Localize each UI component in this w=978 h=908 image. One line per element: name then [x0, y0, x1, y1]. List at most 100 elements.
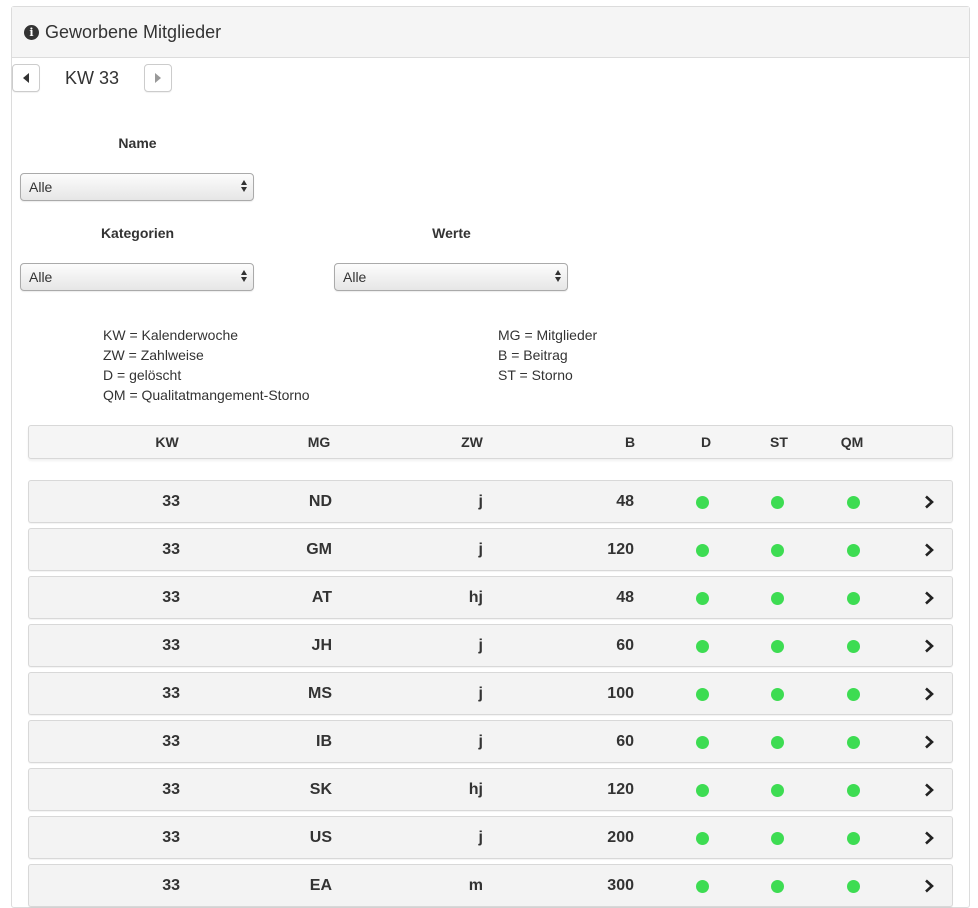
prev-week-button[interactable] [12, 64, 40, 92]
cell-mg: ND [308, 493, 332, 510]
status-dot-st [771, 592, 784, 605]
legend-left: KW = Kalenderwoche ZW = Zahlweise D = ge… [103, 325, 310, 405]
table-row[interactable]: 33 JH j 60 [28, 624, 953, 667]
table-header: KW MG ZW B D ST QM [28, 425, 953, 459]
status-dot-qm [847, 736, 860, 749]
cell-b: 60 [616, 733, 634, 750]
chevron-right-icon[interactable] [922, 831, 936, 845]
panel-title: Geworbene Mitglieder [45, 21, 222, 42]
cell-kw: 33 [162, 733, 180, 750]
header-zw: ZW [461, 434, 483, 450]
cell-zw: j [478, 493, 483, 510]
cell-mg: IB [316, 733, 332, 750]
kategorien-select-value: Alle [29, 269, 53, 285]
kategorien-filter-label: Kategorien [100, 225, 175, 241]
table-row[interactable]: 33 AT hj 48 [28, 576, 953, 619]
table-row[interactable]: 33 GM j 120 [28, 528, 953, 571]
status-dot-qm [847, 592, 860, 605]
chevron-right-icon[interactable] [922, 735, 936, 749]
kategorien-select[interactable]: Alle [20, 263, 254, 291]
header-kw: KW [155, 434, 179, 450]
cell-b: 60 [616, 637, 634, 654]
select-arrows-icon [555, 270, 561, 282]
cell-b: 200 [607, 829, 634, 846]
status-dot-st [771, 640, 784, 653]
cell-mg: AT [311, 589, 332, 606]
legend-d: D = gelöscht [103, 367, 182, 383]
cell-zw: hj [468, 589, 483, 606]
cell-b: 48 [616, 493, 634, 510]
chevron-right-icon[interactable] [922, 543, 936, 557]
cell-mg: JH [311, 637, 332, 654]
status-dot-st [771, 544, 784, 557]
table-row[interactable]: 33 MS j 100 [28, 672, 953, 715]
cell-kw: 33 [162, 589, 180, 606]
status-dot-d [696, 784, 709, 797]
werte-select[interactable]: Alle [334, 263, 568, 291]
table-row[interactable]: 33 US j 200 [28, 816, 953, 859]
caret-left-icon [23, 73, 29, 83]
chevron-right-icon[interactable] [922, 783, 936, 797]
name-select[interactable]: Alle [20, 173, 254, 201]
status-dot-qm [847, 496, 860, 509]
header-b: B [624, 434, 636, 450]
werte-select-value: Alle [343, 269, 367, 285]
chevron-right-icon[interactable] [922, 687, 936, 701]
cell-kw: 33 [162, 541, 180, 558]
status-dot-d [696, 592, 709, 605]
cell-zw: m [468, 877, 483, 894]
cell-mg: GM [306, 541, 332, 558]
chevron-right-icon[interactable] [922, 879, 936, 893]
cell-zw: j [478, 733, 483, 750]
header-qm: QM [840, 434, 864, 450]
status-dot-st [771, 736, 784, 749]
cell-kw: 33 [162, 493, 180, 510]
status-dot-st [771, 832, 784, 845]
legend-right: MG = Mitglieder B = Beitrag ST = Storno [498, 325, 597, 385]
status-dot-qm [847, 640, 860, 653]
cell-mg: EA [309, 877, 332, 894]
cell-zw: j [478, 637, 483, 654]
week-navigation: KW 33 [12, 64, 172, 92]
status-dot-qm [847, 784, 860, 797]
status-dot-st [771, 784, 784, 797]
werte-filter-label: Werte [432, 225, 471, 241]
cell-zw: j [478, 541, 483, 558]
cell-zw: j [478, 685, 483, 702]
table-row[interactable]: 33 IB j 60 [28, 720, 953, 763]
select-arrows-icon [241, 180, 247, 192]
select-arrows-icon [241, 270, 247, 282]
status-dot-d [696, 832, 709, 845]
cell-zw: j [478, 829, 483, 846]
cell-kw: 33 [162, 685, 180, 702]
cell-kw: 33 [162, 877, 180, 894]
cell-mg: MS [308, 685, 332, 702]
name-select-value: Alle [29, 179, 53, 195]
header-mg: MG [307, 434, 331, 450]
caret-right-icon [155, 73, 161, 83]
status-dot-d [696, 544, 709, 557]
header-st: ST [770, 434, 788, 450]
status-dot-qm [847, 544, 860, 557]
cell-b: 48 [616, 589, 634, 606]
status-dot-d [696, 736, 709, 749]
chevron-right-icon[interactable] [922, 639, 936, 653]
info-circle-icon: i [24, 24, 39, 40]
table-row[interactable]: 33 SK hj 120 [28, 768, 953, 811]
status-dot-d [696, 640, 709, 653]
next-week-button[interactable] [144, 64, 172, 92]
status-dot-st [771, 688, 784, 701]
status-dot-qm [847, 832, 860, 845]
table-row[interactable]: 33 EA m 300 [28, 864, 953, 907]
status-dot-d [696, 688, 709, 701]
legend-st: ST = Storno [498, 367, 573, 383]
legend-mg: MG = Mitglieder [498, 327, 598, 343]
name-filter-label: Name [118, 135, 157, 151]
chevron-right-icon[interactable] [922, 591, 936, 605]
legend-b: B = Beitrag [498, 347, 568, 363]
status-dot-st [771, 496, 784, 509]
chevron-right-icon[interactable] [922, 495, 936, 509]
cell-mg: SK [309, 781, 332, 798]
table-row[interactable]: 33 ND j 48 [28, 480, 953, 523]
cell-b: 300 [607, 877, 634, 894]
